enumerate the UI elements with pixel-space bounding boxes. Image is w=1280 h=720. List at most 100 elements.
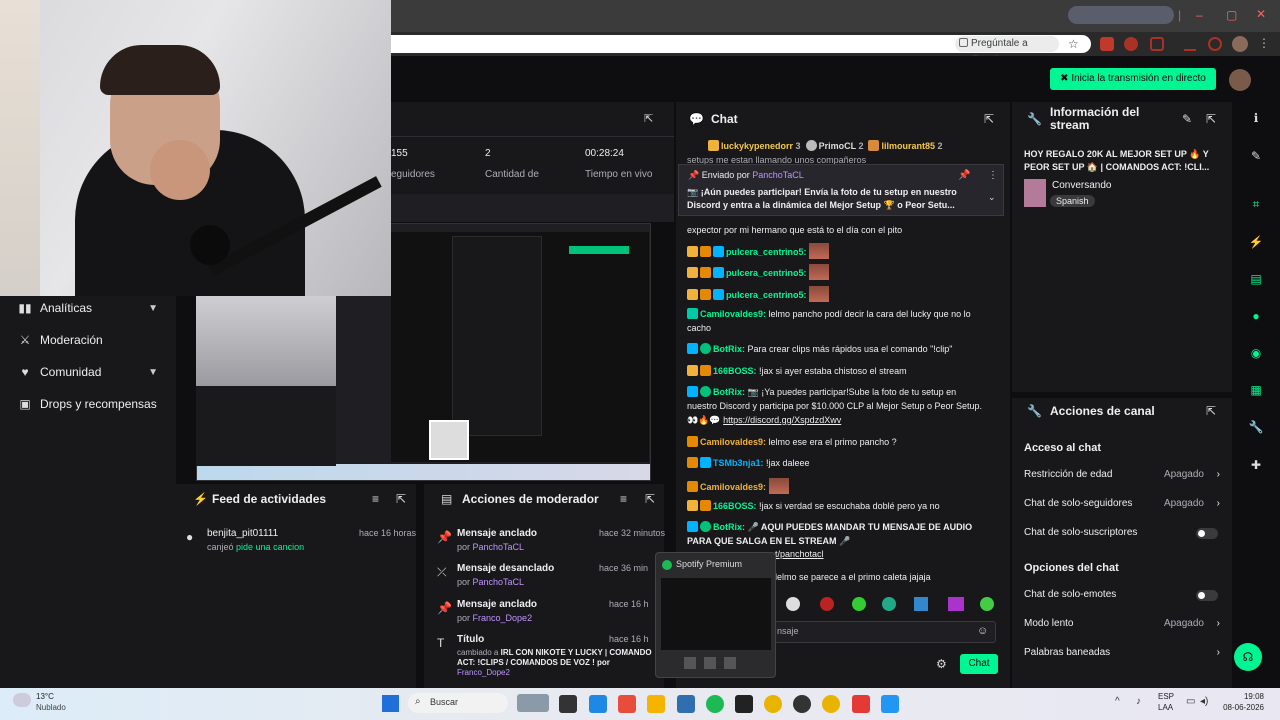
filter-icon[interactable]: ≡ [372,492,379,506]
pencil-icon[interactable]: ✎ [1246,146,1266,166]
chat-user[interactable]: pulcera_centrino5: [726,268,807,278]
pinned-sent-by-user[interactable]: PanchoTaCL [752,170,804,180]
chat-user[interactable]: 166BOSS: [713,366,757,376]
subscribers-only-toggle[interactable] [1196,528,1218,539]
popout-icon[interactable]: ⇱ [1206,404,1216,418]
emote-icon[interactable] [980,597,994,611]
more-icon[interactable]: ⋮ [988,170,998,181]
popout-icon[interactable]: ⇱ [645,492,655,506]
clip-icon[interactable]: ⌗ [1246,194,1266,214]
slow-mode-row[interactable]: Modo lento Apagado › [1024,618,1222,632]
popout-icon[interactable]: ⇱ [984,112,994,126]
widget-image-icon[interactable] [517,694,549,712]
info-icon[interactable]: ℹ [1246,108,1266,128]
extensions-icon[interactable]: ✚ [1246,455,1266,475]
chat-bubble-icon[interactable]: ● [1246,306,1266,326]
age-restriction-row[interactable]: Restricción de edad Apagado › [1024,469,1222,483]
tool-icon[interactable]: 🔧 [1246,417,1266,437]
chrome-icon[interactable] [822,695,840,713]
extension-circle-icon[interactable] [1208,37,1222,51]
chat-user[interactable]: BotRix: [713,344,745,354]
emote-only-toggle[interactable] [1196,590,1218,601]
mic-icon[interactable]: ♪ [1136,696,1141,707]
top-user-name[interactable]: PrimoCL [819,141,856,151]
broadcast-icon[interactable]: ◉ [1246,343,1266,363]
sidebar-item-community[interactable]: ♥ Comunidad ▼ [18,363,168,381]
emote-icon[interactable] [786,597,800,611]
chat-user[interactable]: TSMb3nja1: [713,458,764,468]
app-icon[interactable] [852,695,870,713]
taskbar-search[interactable]: ⌕ Buscar [408,693,508,713]
edit-icon[interactable]: ✎ [1182,112,1192,126]
close-icon[interactable]: ✕ [1256,7,1266,21]
browser-menu-icon[interactable]: ⋮ [1258,36,1270,50]
top-user-name[interactable]: lilmourant85 [881,141,935,151]
emote-icon[interactable] [882,597,896,611]
popout-icon[interactable]: ⇱ [1206,112,1216,126]
chevron-up-icon[interactable]: ^ [1115,696,1120,707]
chat-user[interactable]: Camilovaldes9: [700,309,766,319]
browser-profile-pill[interactable] [1068,6,1174,24]
top-user-name[interactable]: luckykypenedorr [721,141,793,151]
emote-icon[interactable] [852,597,866,611]
app-icon[interactable] [618,695,636,713]
play-icon[interactable] [704,657,716,669]
chat-user[interactable]: pulcera_centrino5: [726,290,807,300]
store-icon[interactable] [589,695,607,713]
help-icon[interactable]: ☊ [1234,643,1262,671]
chat-link[interactable]: t/panchotacl [775,549,824,559]
emoji-icon[interactable]: ☺ [977,625,988,637]
popout-icon[interactable]: ⇱ [396,492,406,506]
clock-time[interactable]: 19:08 [1222,692,1264,701]
chat-user[interactable]: Camilovaldes9: [700,437,766,447]
sidebar-item-analytics[interactable]: ▮▮ Analíticas ▼ [18,299,168,317]
next-icon[interactable] [724,657,736,669]
spotify-thumbnail[interactable]: Spotify Premium [655,552,776,678]
send-chat-button[interactable]: Chat [960,654,998,674]
layout-icon[interactable]: ▦ [1246,380,1266,400]
extension-icon[interactable] [1100,37,1114,51]
chat-user[interactable]: 166BOSS: [713,501,757,511]
popout-icon[interactable]: ⇱ [644,112,653,125]
extension-record-icon[interactable] [1124,37,1138,51]
chat-user[interactable]: BotRix: [713,522,745,532]
gear-icon[interactable]: ⚙ [936,657,947,671]
bookmark-star-icon[interactable]: ☆ [1068,37,1079,51]
chat-link[interactable]: https://discord.gg/XspdzdXwv [723,415,841,425]
language-code[interactable]: ESP [1158,692,1174,701]
network-icon[interactable]: ▭ [1186,696,1195,707]
banned-words-row[interactable]: Palabras baneadas › [1024,647,1222,661]
emote-icon[interactable] [914,597,928,611]
weather-temp[interactable]: 13°C [36,692,54,701]
browser-profile-avatar[interactable] [1232,36,1248,52]
chat-user[interactable]: BotRix: [713,387,745,397]
followers-only-row[interactable]: Chat de solo-seguidores Apagado › [1024,498,1222,512]
prev-icon[interactable] [684,657,696,669]
mod-action-user[interactable]: Franco_Dope2 [473,613,533,623]
windows-start-icon[interactable] [382,695,399,712]
mod-action-user[interactable]: PanchoTaCL [473,542,525,552]
document-icon[interactable]: ▤ [1246,269,1266,289]
stream-category[interactable]: Conversando [1052,180,1111,191]
app-icon[interactable] [881,695,899,713]
chat-user[interactable]: pulcera_centrino5: [726,247,807,257]
mod-action-user[interactable]: PanchoTaCL [473,577,525,587]
minimize-icon[interactable]: – [1196,8,1203,22]
download-icon[interactable] [1184,37,1196,51]
chat-user[interactable]: Camilovaldes9: [700,482,766,492]
lightning-icon[interactable]: ⚡ [1246,232,1266,252]
file-explorer-icon[interactable] [647,695,665,713]
volume-icon[interactable]: ◂) [1200,696,1208,707]
extension-puzzle-icon[interactable] [1150,37,1164,51]
obs-icon[interactable] [793,695,811,713]
filter-icon[interactable]: ≡ [620,492,627,506]
pin-toggle-icon[interactable]: 📌 [958,170,970,181]
chevron-down-icon[interactable]: ⌄ [988,192,996,203]
go-live-button[interactable]: ✖ Inicia la transmisión en directo [1050,68,1216,90]
feed-user[interactable]: benjita_pit01111 [207,528,278,539]
emote-icon[interactable] [948,597,964,611]
maximize-icon[interactable]: ▢ [1226,8,1237,22]
spotify-taskbar-icon[interactable] [706,695,724,713]
app-icon[interactable] [735,695,753,713]
chrome-icon[interactable] [764,695,782,713]
